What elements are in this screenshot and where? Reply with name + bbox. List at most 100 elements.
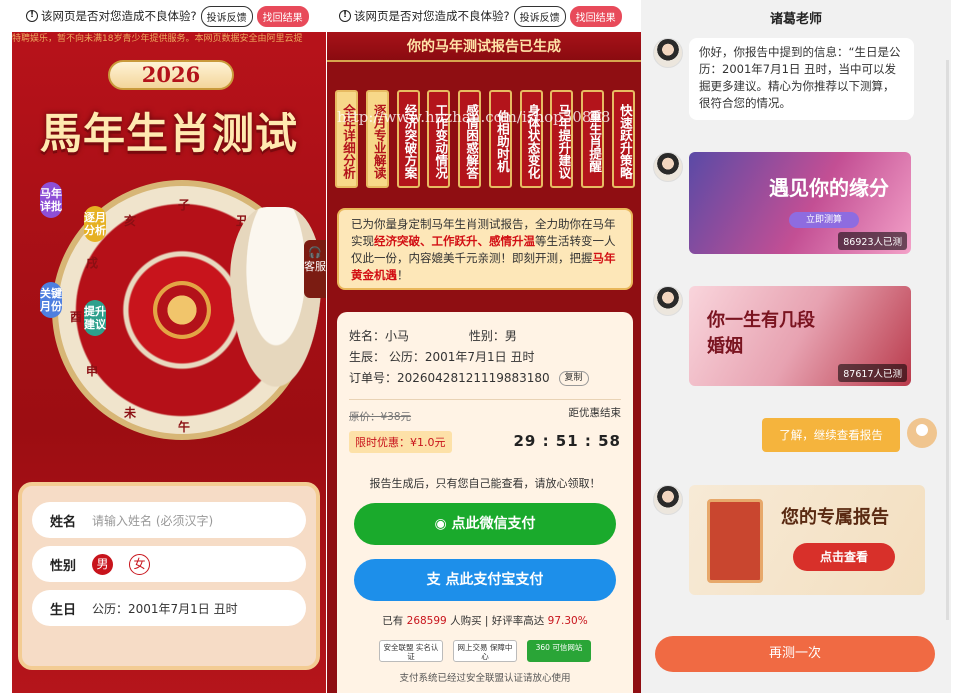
feature-scroll: 工作变动情况 [427, 90, 451, 188]
warning-bar: ! 该网页是否对您造成不良体验? 投诉反馈 找回结果 [0, 0, 327, 32]
security-footer: 支付系统已经过安全联盟认证请放心使用 [399, 673, 571, 684]
feature-scroll: 逐月专业解读 [365, 90, 389, 188]
privacy-tip: 报告生成后，只有您自己能查看，请放心领取！ [369, 477, 601, 490]
wechat-icon: ◉ [434, 516, 452, 532]
complain-button[interactable]: 投诉反馈 [513, 5, 566, 27]
stat-text: 人购买 | 好评率高达 [450, 615, 545, 627]
feature-scroll: 伯相助时机 [488, 90, 512, 188]
hero-banner: 特聘娱乐，暂不向未满18岁青少年提供服务。本网页数据安全由阿里云提 2026 馬… [12, 32, 326, 693]
order-number: 订单号：20260428121119883180 [349, 371, 550, 385]
alipay-label: 点此支付宝支付 [445, 572, 544, 588]
recommend-card-fate[interactable]: 遇见你的缘分 立即测算 86923人已测 [689, 152, 911, 254]
order-card: 姓名：小马 性别：男 生辰： 公历：2001年7月1日 丑时 订单号：20260… [337, 312, 633, 693]
warning-bar: ! 该网页是否对您造成不良体验? 投诉反馈 找回结果 [327, 0, 641, 32]
warning-text: 该网页是否对您造成不良体验? [41, 9, 197, 23]
discount-badge: 限时优惠：¥1.0元 [349, 431, 452, 453]
scroll-icon [707, 499, 763, 583]
card-title: 遇见你的缘分 [769, 176, 889, 200]
countdown-timer: 29 : 51 : 58 [513, 432, 621, 450]
customer-service-button[interactable]: 🎧 客服 [304, 240, 326, 298]
retest-button[interactable]: 再测一次 [655, 636, 935, 672]
complain-button[interactable]: 投诉反馈 [200, 5, 253, 27]
feature-scroll: 感情困惑解答 [458, 90, 482, 188]
alipay-icon: 支 [426, 572, 446, 588]
birth-line: 生辰： 公历：2001年7月1日 丑时 [349, 350, 535, 364]
watermark-text: http://www.huzhan.com/ishop50898 [337, 108, 611, 126]
find-result-button[interactable]: 找回结果 [256, 5, 309, 27]
user-name: 姓名：小马 [349, 329, 410, 343]
user-gender: 性别：男 [468, 329, 517, 343]
price-row: 原价：¥38元 距优惠结束 [349, 405, 621, 424]
card-title: 您的专属报告 [781, 507, 889, 528]
feature-scroll: 快速跃升策略 [611, 90, 635, 188]
discount-row: 限时优惠：¥1.0元 29 : 51 : 58 [349, 424, 621, 453]
marquee-text: 特聘娱乐，暂不向未满18岁青少年提供服务。本网页数据安全由阿里云提 [12, 34, 303, 44]
user-info-row: 姓名：小马 性别：男 [349, 326, 621, 347]
alipay-button[interactable]: 支 点此支付宝支付 [354, 559, 616, 601]
tag-annual: 马年详批 [40, 182, 62, 218]
promo-box: 已为你量身定制马年生肖测试报告，全力助你在马年实现经济突破、工作跃升、感情升温等… [337, 208, 633, 290]
gender-field: 性别 男 女 [32, 546, 306, 582]
trust-badges: 安全联盟 实名认证 网上交易 保障中心 360 可信网站 [349, 640, 621, 662]
zodiac-char: 未 [124, 406, 137, 420]
chat-window: 诸葛老师 你好，你报告中提到的信息：“生日是公历：2001年7月1日 丑时，当中… [641, 0, 951, 693]
info-form: 姓名 请输入姓名 (必须汉字) 性别 男 女 生日 公历：2001年7月1日 丑… [18, 482, 320, 670]
stat-rate: 97.30% [547, 615, 588, 627]
name-input[interactable]: 请输入姓名 (必须汉字) [92, 512, 213, 529]
middle-panel: ! 该网页是否对您造成不良体验? 投诉反馈 找回结果 你的马年测试报告已生成 全… [327, 0, 641, 693]
headset-icon: 🎧 [308, 246, 322, 259]
feature-scrolls: 全年详细分析 逐月专业解读 经济突破方案 工作变动情况 感情困惑解答 伯相助时机… [335, 90, 635, 190]
order-row: 订单号：20260428121119883180 复制 [349, 368, 621, 389]
exclusive-report-card[interactable]: 您的专属报告 点击查看 [689, 485, 925, 595]
card-test-button[interactable]: 立即测算 [789, 212, 859, 228]
teacher-avatar [653, 485, 683, 515]
feature-scroll: 经济突破方案 [396, 90, 420, 188]
promo-highlight: 经济突破、工作跃升、感情升温 [374, 234, 535, 248]
birth-value[interactable]: 公历：2001年7月1日 丑时 [92, 600, 238, 617]
360-badge: 360 可信网站 [527, 640, 591, 662]
original-price: 原价：¥38元 [349, 411, 412, 423]
stat-count: 268599 [406, 615, 447, 627]
gender-male-radio[interactable]: 男 [92, 553, 113, 575]
continue-report-button[interactable]: 了解，继续查看报告 [762, 418, 900, 452]
feature-scroll: 身体状态变化 [519, 90, 543, 188]
wechat-pay-button[interactable]: ◉ 点此微信支付 [354, 503, 616, 545]
warning-icon: ! [339, 10, 351, 22]
recommend-card-marriage[interactable]: 你一生有几段婚姻 87617人已测 [689, 286, 911, 386]
name-label: 姓名 [50, 514, 77, 530]
chat-title: 诸葛老师 [769, 12, 822, 27]
feature-scroll: 马年提升建议 [550, 90, 574, 188]
customer-service-label: 客服 [304, 260, 326, 273]
divider [349, 399, 621, 400]
security-badge: 安全联盟 实名认证 [379, 640, 443, 662]
birth-label: 生日 [50, 602, 77, 618]
view-report-button[interactable]: 点击查看 [793, 543, 895, 571]
card-count: 87617人已测 [838, 364, 907, 382]
zodiac-char: 亥 [124, 214, 137, 228]
name-field[interactable]: 姓名 请输入姓名 (必须汉字) [32, 502, 306, 538]
report-header: 你的马年测试报告已生成 [327, 32, 641, 62]
right-panel: 诸葛老师 你好，你报告中提到的信息：“生日是公历：2001年7月1日 丑时，当中… [641, 0, 961, 693]
zodiac-char: 戌 [86, 256, 99, 270]
card-title: 你一生有几段婚姻 [707, 310, 815, 357]
trade-badge: 网上交易 保障中心 [453, 640, 517, 662]
warning-icon: ! [26, 10, 38, 22]
birth-field[interactable]: 生日 公历：2001年7月1日 丑时 [32, 590, 306, 626]
zodiac-char: 申 [86, 364, 99, 378]
zodiac-char: 子 [178, 198, 191, 212]
find-result-button[interactable]: 找回结果 [569, 5, 622, 27]
page-title: 馬年生肖测试 [39, 109, 298, 158]
report-page: 你的马年测试报告已生成 全年详细分析 逐月专业解读 经济突破方案 工作变动情况 … [327, 32, 641, 693]
feature-scroll: 全年详细分析 [335, 90, 358, 188]
gender-female-radio[interactable]: 女 [129, 553, 150, 575]
scrollbar[interactable] [946, 60, 949, 620]
teacher-avatar [653, 152, 683, 182]
tag-monthly: 逐月分析 [84, 206, 106, 242]
left-panel: ! 该网页是否对您造成不良体验? 投诉反馈 找回结果 特聘娱乐，暂不向未满18岁… [0, 0, 327, 693]
purchase-stats: 已有 268599 人购买 | 好评率高达 97.30% [349, 613, 621, 628]
deadline-label: 距优惠结束 [568, 407, 622, 419]
copy-button[interactable]: 复制 [558, 371, 589, 386]
tag-advice: 提升建议 [84, 300, 106, 336]
year-badge: 2026 [108, 60, 234, 90]
zodiac-char: 酉 [70, 310, 83, 324]
